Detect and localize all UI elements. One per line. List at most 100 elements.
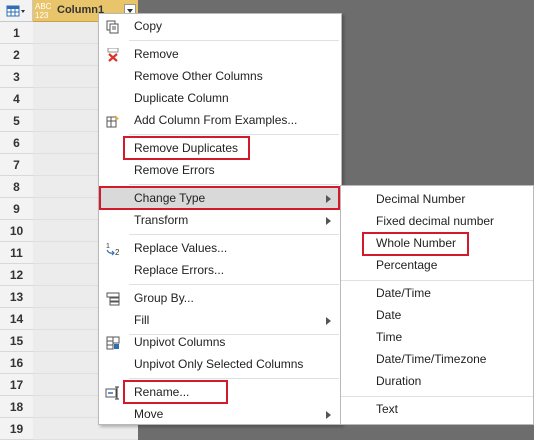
row-number[interactable]: 6 (0, 132, 33, 154)
row-number[interactable]: 17 (0, 374, 33, 396)
menu-separator (129, 284, 339, 285)
row-number[interactable]: 5 (0, 110, 33, 132)
menu-item-label: Transform (134, 213, 189, 227)
menu-item-fill[interactable]: Fill (99, 310, 341, 332)
row-number[interactable]: 15 (0, 330, 33, 352)
menu-item-transform[interactable]: Transform (99, 210, 341, 232)
column-context-menu: Copy Remove Remove Other Columns Duplica… (98, 13, 342, 425)
submenu-separator (341, 396, 533, 397)
row-number[interactable]: 1 (0, 22, 33, 44)
type-option-label: Time (376, 330, 403, 344)
menu-item-unpivot-only-selected-columns[interactable]: Unpivot Only Selected Columns (99, 354, 341, 376)
row-number[interactable]: 19 (0, 418, 33, 440)
type-option-label: Date (376, 308, 402, 322)
type-option-percentage[interactable]: Percentage (341, 255, 533, 277)
menu-item-label: Replace Values... (134, 241, 228, 255)
menu-item-label: Copy (134, 19, 163, 33)
menu-item-remove-errors[interactable]: Remove Errors (99, 160, 341, 182)
type-option-label: Decimal Number (376, 192, 466, 206)
table-icon (6, 5, 25, 16)
menu-item-remove[interactable]: Remove (99, 44, 341, 66)
type-option-label: Whole Number (376, 236, 457, 250)
row-number[interactable]: 7 (0, 154, 33, 176)
type-option-text[interactable]: Text (341, 399, 533, 421)
type-option-fixed-decimal-number[interactable]: Fixed decimal number (341, 211, 533, 233)
row-number[interactable]: 4 (0, 88, 33, 110)
row-number[interactable]: 11 (0, 242, 33, 264)
group-by-icon (104, 291, 122, 307)
menu-item-change-type[interactable]: Change Type (99, 188, 341, 210)
menu-item-label: Change Type (134, 191, 206, 205)
menu-item-label: Move (134, 407, 164, 421)
row-number[interactable]: 8 (0, 176, 33, 198)
menu-item-rename[interactable]: Rename... (99, 382, 341, 404)
row-number[interactable]: 16 (0, 352, 33, 374)
type-option-label: Percentage (376, 258, 438, 272)
add-column-examples-icon (104, 113, 122, 129)
menu-item-replace-values[interactable]: 12 Replace Values... (99, 238, 341, 260)
menu-item-copy[interactable]: Copy (99, 16, 341, 38)
menu-item-label: Remove (134, 47, 179, 61)
replace-values-icon: 12 (104, 241, 122, 257)
menu-item-label: Fill (134, 313, 150, 327)
submenu-arrow-icon (326, 411, 331, 419)
submenu-separator (341, 280, 533, 281)
menu-separator (129, 378, 339, 379)
type-label-top: ABC (35, 2, 52, 11)
column-type-icon[interactable]: ABC 123 (35, 2, 51, 20)
type-option-label: Duration (376, 374, 422, 388)
type-option-decimal-number[interactable]: Decimal Number (341, 189, 533, 211)
row-number[interactable]: 9 (0, 198, 33, 220)
row-number[interactable]: 2 (0, 44, 33, 66)
remove-icon (104, 47, 122, 63)
menu-item-label: Unpivot Only Selected Columns (134, 357, 304, 371)
submenu-arrow-icon (326, 317, 331, 325)
row-number[interactable]: 13 (0, 286, 33, 308)
menu-item-unpivot-columns[interactable]: Unpivot Columns (99, 332, 341, 354)
type-option-date-time[interactable]: Date/Time (341, 283, 533, 305)
menu-separator (129, 234, 339, 235)
row-number[interactable]: 18 (0, 396, 33, 418)
rename-icon (104, 385, 122, 401)
menu-item-label: Remove Duplicates (134, 141, 239, 155)
menu-item-remove-duplicates[interactable]: Remove Duplicates (99, 138, 341, 160)
row-number[interactable]: 12 (0, 264, 33, 286)
menu-item-label: Replace Errors... (134, 263, 225, 277)
menu-item-label: Group By... (134, 291, 194, 305)
type-option-duration[interactable]: Duration (341, 371, 533, 393)
row-number[interactable]: 3 (0, 66, 33, 88)
menu-item-label: Rename... (134, 385, 190, 399)
menu-item-replace-errors[interactable]: Replace Errors... (99, 260, 341, 282)
menu-item-label: Unpivot Columns (134, 335, 226, 349)
svg-text:2: 2 (115, 248, 120, 256)
type-option-label: Text (376, 402, 399, 416)
row-number[interactable]: 14 (0, 308, 33, 330)
unpivot-icon (104, 335, 122, 351)
menu-item-label: Duplicate Column (134, 91, 229, 105)
type-option-date[interactable]: Date (341, 305, 533, 327)
row-number[interactable]: 10 (0, 220, 33, 242)
submenu-arrow-icon (326, 217, 331, 225)
table-menu-button[interactable] (0, 0, 33, 22)
menu-item-duplicate-column[interactable]: Duplicate Column (99, 88, 341, 110)
copy-icon (104, 19, 122, 35)
menu-separator (129, 134, 339, 135)
type-option-label: Date/Time (376, 286, 431, 300)
menu-item-add-column-from-examples[interactable]: Add Column From Examples... (99, 110, 341, 132)
menu-item-label: Remove Errors (134, 163, 215, 177)
type-option-whole-number[interactable]: Whole Number (341, 233, 533, 255)
column-name: Column1 (57, 4, 105, 16)
menu-item-label: Add Column From Examples... (134, 113, 298, 127)
menu-item-group-by[interactable]: Group By... (99, 288, 341, 310)
type-label-bottom: 123 (35, 11, 49, 20)
submenu-arrow-icon (326, 195, 331, 203)
change-type-submenu: Decimal Number Fixed decimal number Whol… (340, 185, 534, 425)
type-option-date-time-timezone[interactable]: Date/Time/Timezone (341, 349, 533, 371)
menu-separator (129, 184, 339, 185)
menu-separator (129, 40, 339, 41)
menu-item-move[interactable]: Move (99, 404, 341, 426)
menu-item-label: Remove Other Columns (134, 69, 263, 83)
type-option-label: Date/Time/Timezone (376, 352, 487, 366)
menu-item-remove-other-columns[interactable]: Remove Other Columns (99, 66, 341, 88)
type-option-time[interactable]: Time (341, 327, 533, 349)
